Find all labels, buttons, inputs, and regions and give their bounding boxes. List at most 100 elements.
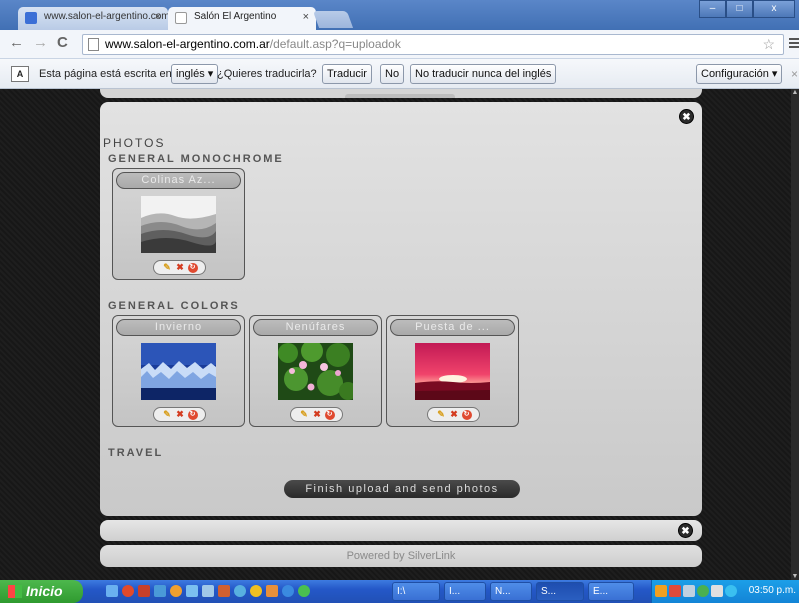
quicklaunch-globe-icon[interactable] <box>234 585 246 597</box>
address-bar[interactable]: www.salon-el-argentino.com.ar/default.as… <box>82 34 784 55</box>
photo-card: Nenúfares ✎ ✖ ↻ <box>249 315 382 427</box>
page-icon <box>88 38 99 51</box>
settings-button[interactable]: Configuración ▾ <box>696 64 783 84</box>
photo-title[interactable]: Nenúfares <box>253 319 378 336</box>
taskbar-item-active[interactable]: S... <box>536 582 584 601</box>
browser-tab-strip: www.salon-el-argentino.com × Salón El Ar… <box>0 0 799 30</box>
photos-heading: PHOTOS <box>103 136 166 150</box>
powered-by-footer: Powered by SilverLink <box>100 545 702 567</box>
quicklaunch-app2-icon[interactable] <box>266 585 278 597</box>
system-tray: 03:50 p.m. <box>651 580 799 603</box>
url-domain: www.salon-el-argentino.com.ar <box>105 37 270 51</box>
previous-panel-edge <box>100 89 702 98</box>
window-controls: – □ x <box>699 0 795 18</box>
album-title-general-monochrome: GENERAL MONOCHROME <box>108 153 284 165</box>
menu-icon[interactable] <box>789 38 799 50</box>
windows-logo-icon <box>8 585 22 598</box>
quicklaunch-messenger-icon[interactable] <box>250 585 262 597</box>
photo-title[interactable]: Invierno <box>116 319 241 336</box>
rotate-icon[interactable]: ↻ <box>187 409 198 420</box>
tab-salon-el-argentino-active[interactable]: Salón El Argentino × <box>168 7 316 30</box>
photo-thumbnail-waterlily[interactable] <box>278 343 353 400</box>
maximize-button[interactable]: □ <box>726 0 753 18</box>
photo-card: Puesta de ... ✎ ✖ ↻ <box>386 315 519 427</box>
album-title-general-colors: GENERAL COLORS <box>108 300 240 312</box>
back-arrow-icon[interactable]: ← <box>9 34 24 51</box>
bookmark-star-icon[interactable]: ☆ <box>762 35 775 54</box>
page-content: ▲ ▼ ✖ PHOTOS GENERAL MONOCHROME Colinas … <box>0 89 799 580</box>
delete-icon[interactable]: ✖ <box>449 409 460 420</box>
edit-pencil-icon[interactable]: ✎ <box>162 409 173 420</box>
rotate-icon[interactable]: ↻ <box>187 262 198 273</box>
tray-app-icon[interactable] <box>655 585 667 597</box>
edit-pencil-icon[interactable]: ✎ <box>162 262 173 273</box>
tray-network-icon[interactable] <box>697 585 709 597</box>
edit-pencil-icon[interactable]: ✎ <box>436 409 447 420</box>
photo-actions: ✎ ✖ ↻ <box>427 407 480 422</box>
reload-icon[interactable]: C <box>57 34 68 51</box>
taskbar-clock: 03:50 p.m. <box>748 585 796 596</box>
quicklaunch-picture-icon[interactable] <box>154 585 166 597</box>
close-panel-icon[interactable]: ✖ <box>679 109 694 124</box>
translate-button[interactable]: Traducir <box>322 64 372 84</box>
tab-label: Salón El Argentino <box>194 11 277 22</box>
quicklaunch-media-icon[interactable] <box>186 585 198 597</box>
quicklaunch-app3-icon[interactable] <box>298 585 310 597</box>
scroll-down-icon[interactable]: ▼ <box>791 573 799 580</box>
never-translate-button[interactable]: No traducir nunca del inglés <box>410 64 557 84</box>
tray-security-icon[interactable] <box>669 585 681 597</box>
delete-icon[interactable]: ✖ <box>175 409 186 420</box>
quicklaunch-chrome-icon[interactable] <box>122 585 134 597</box>
language-select[interactable]: inglés ▾ <box>171 64 219 84</box>
photo-thumbnail-sunset[interactable] <box>415 343 490 400</box>
delete-icon[interactable]: ✖ <box>175 262 186 273</box>
site-favicon-icon <box>25 12 37 24</box>
photo-card: Invierno ✎ ✖ ↻ <box>112 315 245 427</box>
photo-thumbnail-monochrome[interactable] <box>141 196 216 253</box>
photo-actions: ✎ ✖ ↻ <box>290 407 343 422</box>
translate-bar: A Esta página está escrita en inglés ▾ ¿… <box>0 59 799 89</box>
quicklaunch-ie-icon[interactable] <box>106 585 118 597</box>
photo-actions: ✎ ✖ ↻ <box>153 407 206 422</box>
scroll-up-icon[interactable]: ▲ <box>791 89 799 96</box>
tray-display-icon[interactable] <box>683 585 695 597</box>
tray-volume-icon[interactable] <box>711 585 723 597</box>
photo-actions: ✎ ✖ ↻ <box>153 260 206 275</box>
finish-upload-button[interactable]: Finish upload and send photos <box>284 480 520 498</box>
photo-card: Colinas Az... ✎ ✖ ↻ <box>112 168 245 280</box>
new-tab-button[interactable] <box>312 11 354 28</box>
quicklaunch-ie2-icon[interactable] <box>282 585 294 597</box>
quicklaunch-app-icon[interactable] <box>138 585 150 597</box>
tray-messenger-icon[interactable] <box>725 585 737 597</box>
taskbar-item-4[interactable]: E... <box>588 582 634 601</box>
minimize-button[interactable]: – <box>699 0 726 18</box>
forward-arrow-icon[interactable]: → <box>33 34 48 51</box>
photo-thumbnail-winter[interactable] <box>141 343 216 400</box>
taskbar-item-drive[interactable]: I:\ <box>392 582 440 601</box>
photo-title[interactable]: Puesta de ... <box>390 319 515 336</box>
browser-toolbar: ← → C www.salon-el-argentino.com.ar/defa… <box>0 30 799 59</box>
photos-panel: ✖ PHOTOS GENERAL MONOCHROME Colinas Az..… <box>100 102 702 516</box>
start-label: Inicio <box>26 583 63 599</box>
rotate-icon[interactable]: ↻ <box>461 409 472 420</box>
quicklaunch-window-icon[interactable] <box>202 585 214 597</box>
no-button[interactable]: No <box>380 64 405 84</box>
translate-close-icon[interactable]: × <box>791 67 798 81</box>
scrollbar[interactable]: ▲ ▼ <box>791 89 799 580</box>
start-button[interactable]: Inicio <box>0 580 83 603</box>
quicklaunch-firefox-icon[interactable] <box>170 585 182 597</box>
close-secondary-panel-icon[interactable]: ✖ <box>678 523 693 538</box>
page-favicon-icon <box>175 12 187 24</box>
delete-icon[interactable]: ✖ <box>312 409 323 420</box>
translate-question: ¿Quieres traducirla? <box>217 68 317 80</box>
rotate-icon[interactable]: ↻ <box>324 409 335 420</box>
close-window-button[interactable]: x <box>753 0 795 18</box>
quicklaunch-tool-icon[interactable] <box>218 585 230 597</box>
taskbar-item-1[interactable]: I... <box>444 582 486 601</box>
edit-pencil-icon[interactable]: ✎ <box>299 409 310 420</box>
tab-close-icon[interactable]: × <box>155 11 161 23</box>
tab-close-icon[interactable]: × <box>303 11 309 23</box>
tab-salon-el-argentino[interactable]: www.salon-el-argentino.com × <box>18 7 168 30</box>
taskbar-item-2[interactable]: N... <box>490 582 532 601</box>
photo-title[interactable]: Colinas Az... <box>116 172 241 189</box>
